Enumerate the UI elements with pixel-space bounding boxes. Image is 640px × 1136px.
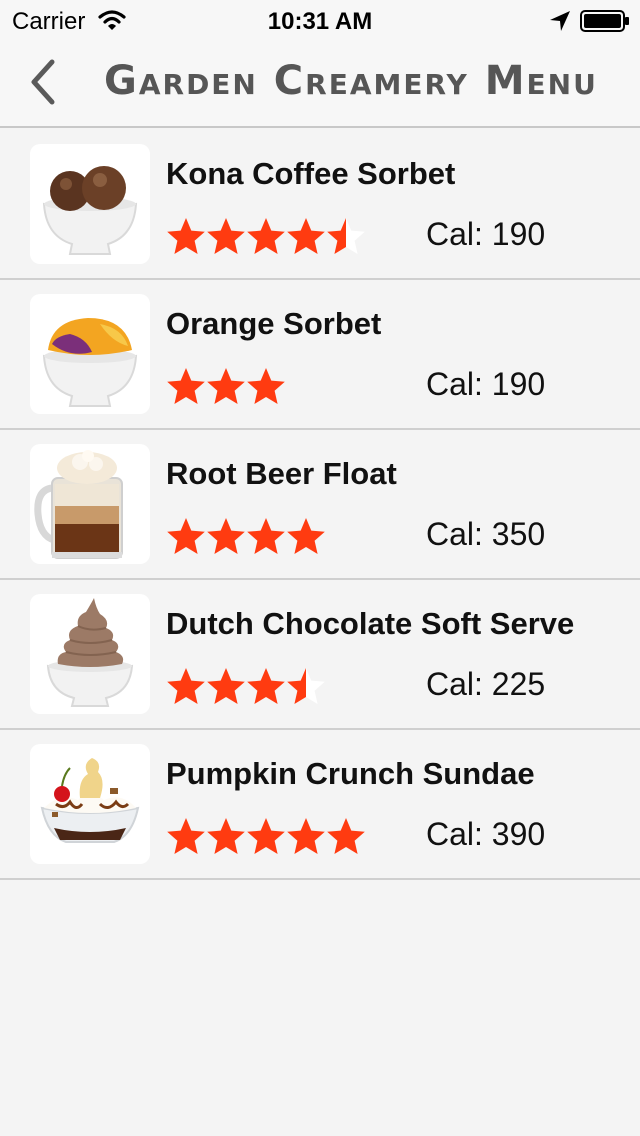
star-rating bbox=[166, 666, 326, 706]
location-arrow-icon bbox=[550, 11, 570, 31]
calorie-label: Cal: 190 bbox=[426, 216, 546, 252]
coffee-sorbet-image bbox=[30, 144, 150, 264]
star-filled-icon bbox=[167, 218, 205, 254]
item-name: Kona Coffee Sorbet bbox=[166, 156, 456, 191]
app-screen: Carrier 10:31 AM Garden Creamery Menu Ko… bbox=[0, 0, 640, 1136]
sundae-image bbox=[30, 744, 150, 864]
calorie-label: Cal: 390 bbox=[426, 816, 546, 852]
item-name: Dutch Chocolate Soft Serve bbox=[166, 606, 575, 641]
star-filled-icon bbox=[167, 368, 205, 404]
star-filled-icon bbox=[207, 518, 245, 554]
star-filled-icon bbox=[247, 368, 285, 404]
status-time: 10:31 AM bbox=[267, 8, 373, 35]
star-filled-icon bbox=[167, 518, 205, 554]
battery-icon bbox=[580, 10, 629, 32]
star-filled-icon bbox=[287, 518, 325, 554]
star-filled-icon bbox=[327, 818, 365, 854]
star-filled-icon bbox=[167, 818, 205, 854]
star-half-icon bbox=[287, 668, 325, 704]
page-title: Garden Creamery Menu bbox=[104, 58, 598, 104]
star-rating bbox=[166, 366, 286, 406]
back-button[interactable] bbox=[22, 56, 70, 108]
star-filled-icon bbox=[247, 218, 285, 254]
menu-list: Kona Coffee Sorbet Cal: 190 Orange Sorbe… bbox=[0, 130, 640, 880]
menu-item-row[interactable]: Orange Sorbet Cal: 190 bbox=[0, 280, 640, 430]
star-filled-icon bbox=[247, 818, 285, 854]
menu-item-row[interactable]: Root Beer Float Cal: 350 bbox=[0, 430, 640, 580]
star-filled-icon bbox=[207, 818, 245, 854]
calorie-label: Cal: 350 bbox=[426, 516, 546, 552]
menu-item-row[interactable]: Dutch Chocolate Soft Serve Cal: 225 bbox=[0, 580, 640, 730]
star-half-icon bbox=[327, 218, 365, 254]
star-filled-icon bbox=[287, 818, 325, 854]
calorie-label: Cal: 225 bbox=[426, 666, 546, 702]
menu-item-row[interactable]: Pumpkin Crunch Sundae Cal: 390 bbox=[0, 730, 640, 880]
status-bar: Carrier 10:31 AM bbox=[0, 0, 640, 42]
star-filled-icon bbox=[207, 368, 245, 404]
star-filled-icon bbox=[167, 668, 205, 704]
star-filled-icon bbox=[207, 218, 245, 254]
calorie-label: Cal: 190 bbox=[426, 366, 546, 402]
star-filled-icon bbox=[287, 218, 325, 254]
item-name: Root Beer Float bbox=[166, 456, 397, 491]
menu-item-row[interactable]: Kona Coffee Sorbet Cal: 190 bbox=[0, 130, 640, 280]
star-rating bbox=[166, 816, 366, 856]
star-rating bbox=[166, 516, 326, 556]
orange-sorbet-image bbox=[30, 294, 150, 414]
star-filled-icon bbox=[247, 668, 285, 704]
chevron-left-icon bbox=[31, 59, 55, 105]
item-name: Orange Sorbet bbox=[166, 306, 382, 341]
navigation-bar: Garden Creamery Menu bbox=[0, 42, 640, 128]
root-beer-float-image bbox=[30, 444, 150, 564]
star-filled-icon bbox=[207, 668, 245, 704]
item-name: Pumpkin Crunch Sundae bbox=[166, 756, 535, 791]
star-rating bbox=[166, 216, 366, 256]
star-filled-icon bbox=[247, 518, 285, 554]
soft-serve-image bbox=[30, 594, 150, 714]
